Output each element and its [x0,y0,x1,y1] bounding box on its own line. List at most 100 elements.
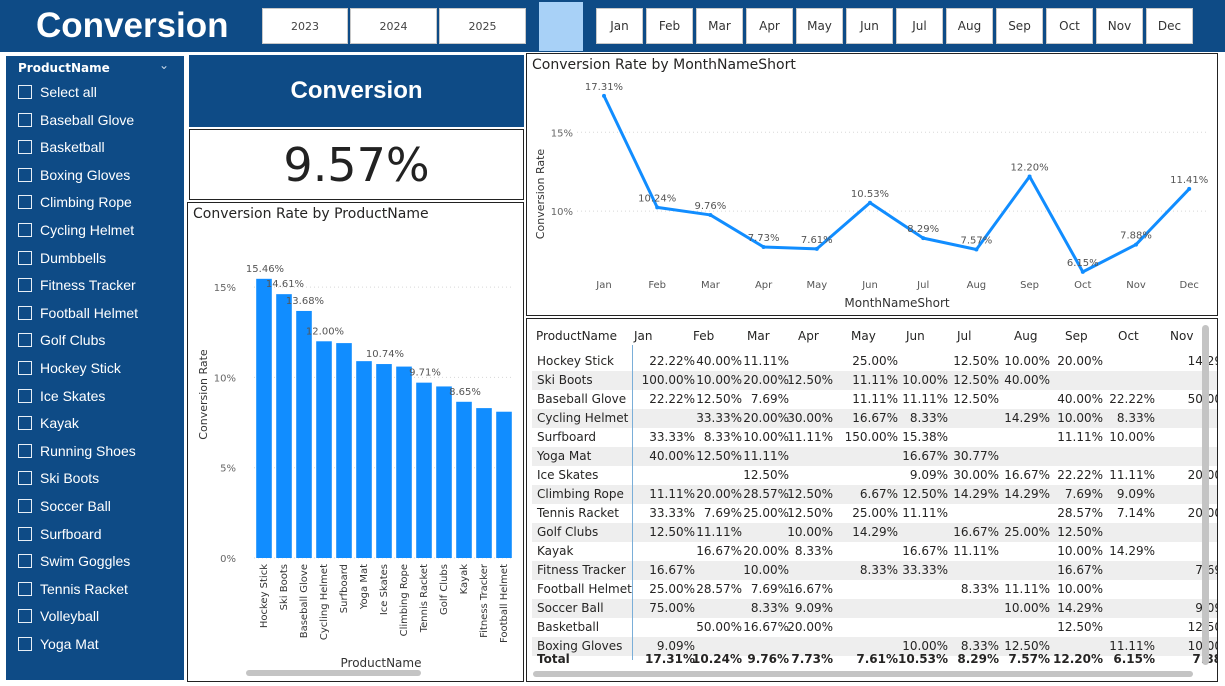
slicer-item[interactable]: Yoga Mat [18,633,178,655]
bar[interactable] [376,364,392,558]
slicer-item[interactable]: Swim Goggles [18,550,178,572]
series-line[interactable] [602,95,1191,274]
bar[interactable] [456,401,472,558]
checkbox[interactable] [18,112,32,127]
month-sep-button[interactable]: Sep [996,8,1043,44]
year-2023-button[interactable]: 2023 [262,8,348,44]
slicer-item[interactable]: Kayak [18,412,178,434]
checkbox[interactable] [18,388,32,403]
slicer-item[interactable]: Running Shoes [18,440,178,462]
slicer-item[interactable]: Tennis Racket [18,578,178,600]
checkbox[interactable] [18,361,32,375]
slicer-item[interactable]: Climbing Rope [18,191,178,213]
year-2025-button[interactable]: 2025 [439,8,526,44]
slicer-item[interactable]: Boxing Gloves [18,164,178,186]
checkbox[interactable] [18,167,32,182]
checkbox[interactable] [18,609,32,624]
slicer-item[interactable]: Volleyball [18,605,178,627]
month-jun-button[interactable]: Jun [846,8,893,44]
bar[interactable] [336,343,352,558]
bar[interactable] [316,341,332,558]
data-point[interactable] [1187,186,1192,191]
data-point[interactable] [1027,174,1032,179]
slicer-item[interactable]: Dumbbells [18,247,178,269]
month-jan-button[interactable]: Jan [596,8,643,44]
month-aug-button[interactable]: Aug [946,8,993,44]
data-point[interactable] [868,200,872,205]
data-point[interactable] [655,205,660,210]
column-header[interactable]: May [851,327,876,346]
slicer-item[interactable]: Surfboard [18,523,178,545]
chevron-down-icon[interactable]: ⌄ [159,58,169,72]
checkbox[interactable] [18,526,32,541]
bar[interactable] [436,386,452,558]
month-apr-button[interactable]: Apr [746,8,793,44]
bar[interactable] [416,382,432,558]
slicer-item[interactable]: Football Helmet [18,302,178,324]
slicer-item[interactable]: Baseball Glove [18,109,178,131]
slicer-item[interactable]: Soccer Ball [18,495,178,517]
checkbox[interactable] [18,195,32,210]
slicer-item[interactable]: Ice Skates [18,385,178,407]
horizontal-scrollbar[interactable] [246,670,421,676]
checkbox[interactable] [18,443,32,458]
checkbox[interactable] [18,637,32,651]
month-mar-button[interactable]: Mar [696,8,743,44]
column-header[interactable]: Apr [798,327,819,346]
vertical-scrollbar[interactable] [1202,325,1209,665]
data-point[interactable] [974,247,979,252]
column-header[interactable]: Jun [906,327,925,346]
checkbox[interactable] [18,223,32,237]
checkbox[interactable] [18,416,32,431]
checkbox[interactable] [18,471,32,486]
slicer-item[interactable]: Fitness Tracker [18,274,178,296]
slicer-item[interactable]: Select all [18,81,178,103]
checkbox[interactable] [18,85,32,99]
column-header[interactable]: Oct [1118,327,1139,346]
bar[interactable] [356,361,372,558]
column-header[interactable]: Feb [693,327,714,346]
slicer-item[interactable]: Cycling Helmet [18,219,178,241]
checkbox[interactable] [18,499,32,513]
data-point[interactable] [602,93,606,98]
month-jul-button[interactable]: Jul [896,8,943,44]
selected-filter-indicator[interactable] [539,2,583,51]
data-point[interactable] [1134,242,1138,247]
column-header[interactable]: Mar [747,327,770,346]
horizontal-scrollbar[interactable] [533,671,1193,677]
bar[interactable] [256,278,272,558]
slicer-item[interactable]: Ski Boots [18,467,178,489]
column-header[interactable]: Nov [1170,327,1193,346]
column-header[interactable]: Sep [1065,327,1088,346]
checkbox[interactable] [18,250,32,265]
bar[interactable] [276,294,292,558]
month-may-button[interactable]: May [796,8,843,44]
month-feb-button[interactable]: Feb [646,8,693,44]
slicer-item[interactable]: Hockey Stick [18,357,178,379]
checkbox[interactable] [18,333,32,348]
checkbox[interactable] [18,278,32,293]
column-header[interactable]: Aug [1014,327,1037,346]
month-oct-button[interactable]: Oct [1046,8,1093,44]
bar[interactable] [296,310,312,558]
year-2024-button[interactable]: 2024 [350,8,437,44]
bar[interactable] [476,408,492,558]
month-nov-button[interactable]: Nov [1096,8,1143,44]
data-point[interactable] [761,244,766,249]
slicer-item[interactable]: Golf Clubs [18,329,178,351]
checkbox[interactable] [18,554,32,569]
data-point[interactable] [814,246,819,251]
bar[interactable] [396,366,412,558]
checkbox[interactable] [18,305,32,320]
data-point[interactable] [1080,269,1085,274]
checkbox[interactable] [18,140,32,155]
column-header[interactable]: Jul [957,327,971,346]
slicer-item[interactable]: Basketball [18,136,178,158]
bar[interactable] [496,411,512,558]
month-dec-button[interactable]: Dec [1146,8,1193,44]
column-header[interactable]: ProductName [536,327,617,346]
column-header[interactable]: Jan [634,327,653,346]
data-point[interactable] [708,212,713,217]
data-point[interactable] [921,236,926,241]
checkbox[interactable] [18,581,32,596]
